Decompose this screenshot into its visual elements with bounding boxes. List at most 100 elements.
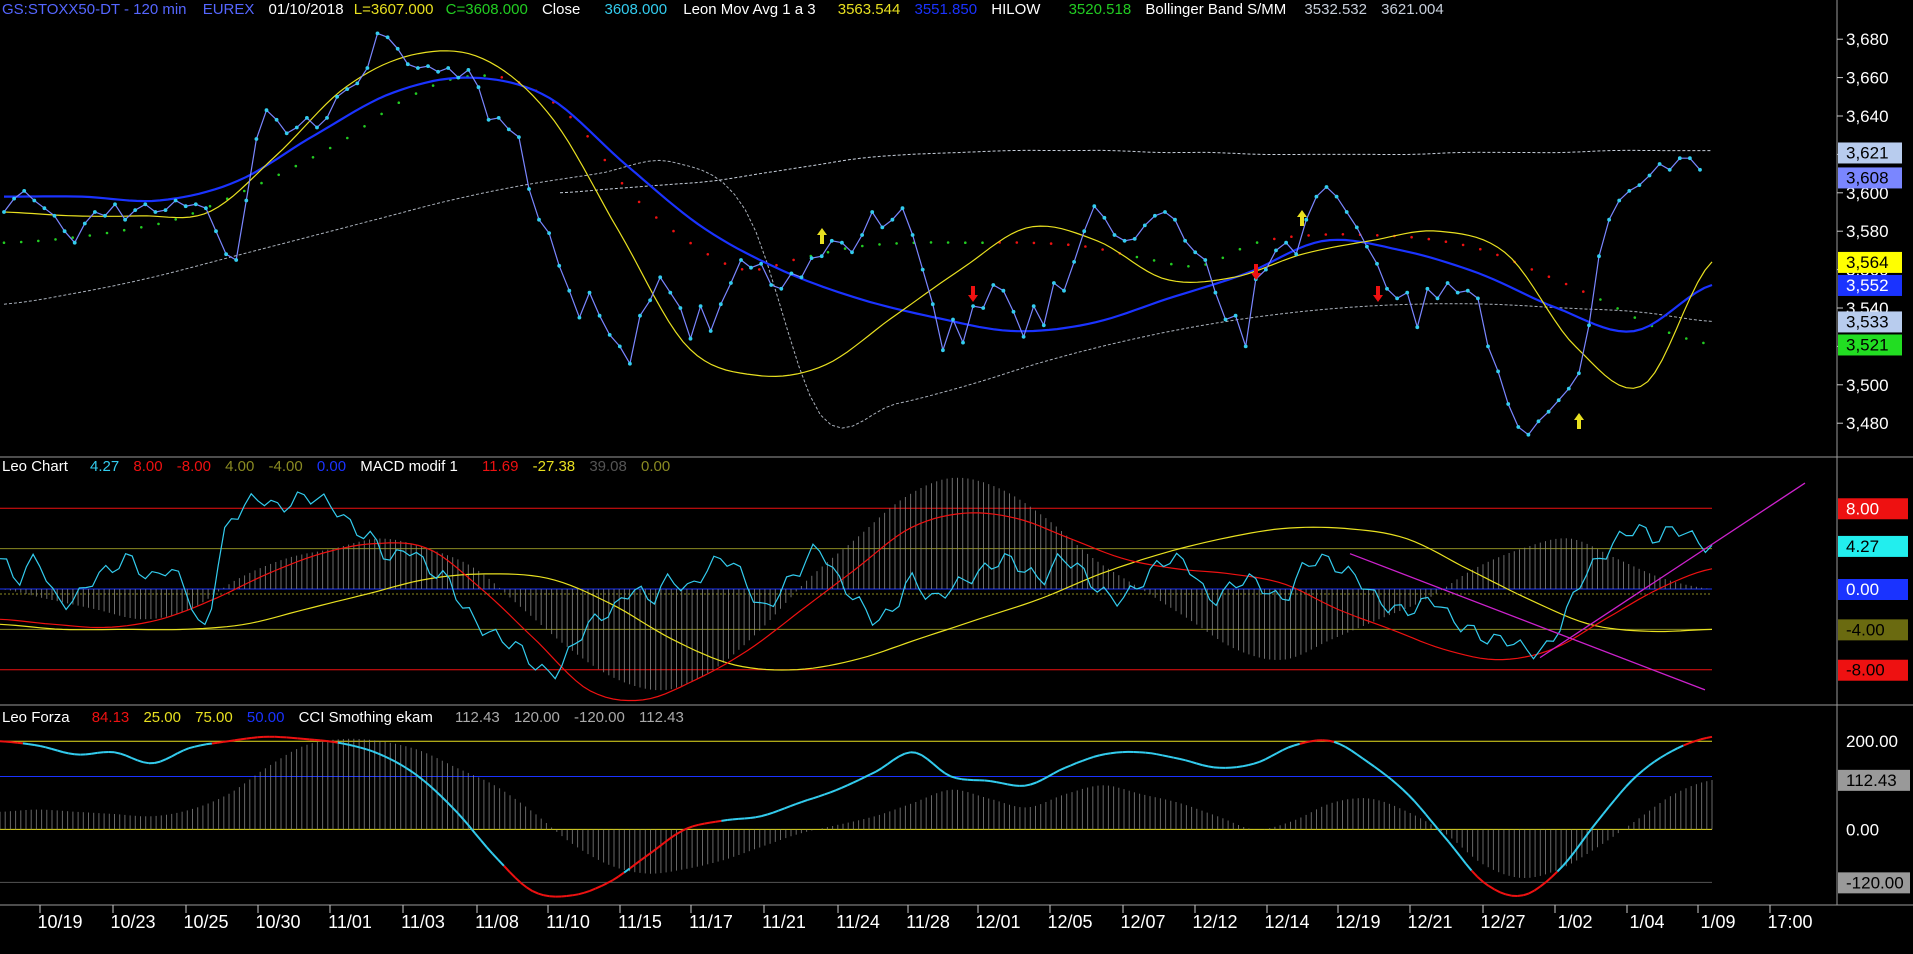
price-panel[interactable] (2, 32, 1712, 437)
close-point (1426, 287, 1430, 291)
leo-forza-v3: 75.00 (195, 709, 233, 726)
close-point (517, 135, 521, 139)
leo-forza-segment (1008, 784, 1014, 785)
hilow-dot (1290, 235, 1293, 238)
price-badge-label: 3,564 (1846, 253, 1889, 272)
moving-average-fast-line (4, 51, 1712, 389)
close-point (1284, 241, 1288, 245)
close-point (164, 208, 168, 212)
price-tick-label: 3,660 (1846, 69, 1889, 88)
leo-forza-segment (29, 744, 35, 745)
leo-forza-segment (733, 819, 739, 820)
leo-forza-segment (888, 760, 894, 764)
chart-canvas[interactable]: 3,4803,5003,5203,5403,5603,5803,6003,620… (0, 0, 1913, 949)
hilow-dot (1307, 234, 1310, 237)
leo-forza-segment (1706, 737, 1712, 738)
leo-forza-segment (166, 756, 172, 759)
macd-name: MACD modif 1 (360, 458, 458, 475)
time-tick-label: 1/02 (1557, 912, 1592, 932)
close-point (608, 333, 612, 337)
close-point (204, 206, 208, 210)
close-point (911, 233, 915, 237)
close-point (749, 266, 753, 270)
close-point (436, 70, 440, 74)
leo-forza-segment (825, 792, 831, 794)
leo-forza-v2: 25.00 (143, 709, 181, 726)
price-tick-label: 3,680 (1846, 30, 1889, 49)
close-point (1214, 291, 1218, 295)
close-point (820, 254, 824, 258)
close-point (739, 258, 743, 262)
leo-chart-header: Leo Chart 4.27 8.00 -8.00 4.00 -4.00 0.0… (2, 458, 670, 475)
close-point (1315, 195, 1319, 199)
leo-forza-segment (492, 854, 498, 860)
leo-forza-segment (332, 742, 338, 743)
leo-forza-segment (1346, 747, 1352, 751)
leo-chart-panel[interactable] (0, 478, 1805, 701)
close-point (497, 116, 501, 120)
hilow-dot (1462, 244, 1465, 247)
hilow-dot (140, 226, 143, 229)
close-point (537, 218, 541, 222)
leo-forza-panel[interactable] (0, 737, 1712, 897)
close-point (1617, 199, 1621, 203)
time-tick-label: 10/25 (183, 912, 228, 932)
leo-forza-segment (160, 759, 166, 761)
leo-forza-segment (23, 743, 29, 744)
close-point (1052, 281, 1056, 285)
close-point (396, 47, 400, 51)
close-point (1355, 226, 1359, 230)
leo-forza-segment (561, 896, 567, 897)
close-point (1648, 174, 1652, 178)
leo-forza-segment (1609, 800, 1615, 807)
leo-forza-segment (1202, 765, 1208, 766)
leo-forza-segment (338, 743, 344, 744)
close-point (103, 214, 107, 218)
close-point (325, 116, 329, 120)
hilow-dot (1222, 257, 1225, 260)
leo-forza-segment (361, 748, 367, 750)
leo-forza-segment (1340, 744, 1346, 747)
leo-forza-segment (928, 759, 934, 764)
close-point (588, 291, 592, 295)
hilow-dot (895, 242, 898, 245)
leo-forza-segment (57, 751, 63, 753)
leo-forza-segment (1477, 877, 1483, 882)
close-point (93, 210, 97, 214)
leo-forza-segment (1059, 768, 1065, 771)
time-tick-label: 12/27 (1480, 912, 1525, 932)
leo-forza-segment (504, 866, 510, 872)
leo-forza-segment (779, 808, 785, 810)
close-point (1012, 310, 1016, 314)
hilow-dot (672, 230, 675, 233)
leo-forza-segment (435, 791, 441, 796)
close-point (386, 35, 390, 39)
close-point (234, 258, 238, 262)
macd-v2: -27.38 (533, 458, 576, 475)
leo-forza-segment (1357, 754, 1363, 758)
leo-forza-segment (664, 839, 670, 843)
leo-forza-segment (206, 744, 212, 745)
close-point (1466, 289, 1470, 293)
close-point (214, 229, 218, 233)
leo-forza-segment (527, 888, 533, 892)
sell-signal-arrow-icon (1373, 286, 1383, 302)
leo-forza-segment (1431, 821, 1437, 828)
close-point (1678, 156, 1682, 160)
leo-forza-segment (246, 738, 252, 739)
leo-forza-segment (1460, 856, 1466, 863)
close-point (416, 66, 420, 70)
leo-forza-segment (510, 872, 516, 878)
leo-forza-segment (1111, 753, 1117, 754)
leo-forza-segment (229, 740, 235, 741)
close-point (638, 314, 642, 318)
symbol-label: GS:STOXX50-DT - 120 min (2, 1, 187, 18)
hilow-dot (792, 259, 795, 262)
close-point (244, 199, 248, 203)
hilow-dot (398, 101, 401, 104)
leo-forza-segment (137, 760, 143, 762)
close-point (53, 214, 57, 218)
leo-forza-segment (991, 781, 997, 782)
close-point (1577, 371, 1581, 375)
oscillator-badge-label: -4.00 (1846, 620, 1885, 639)
